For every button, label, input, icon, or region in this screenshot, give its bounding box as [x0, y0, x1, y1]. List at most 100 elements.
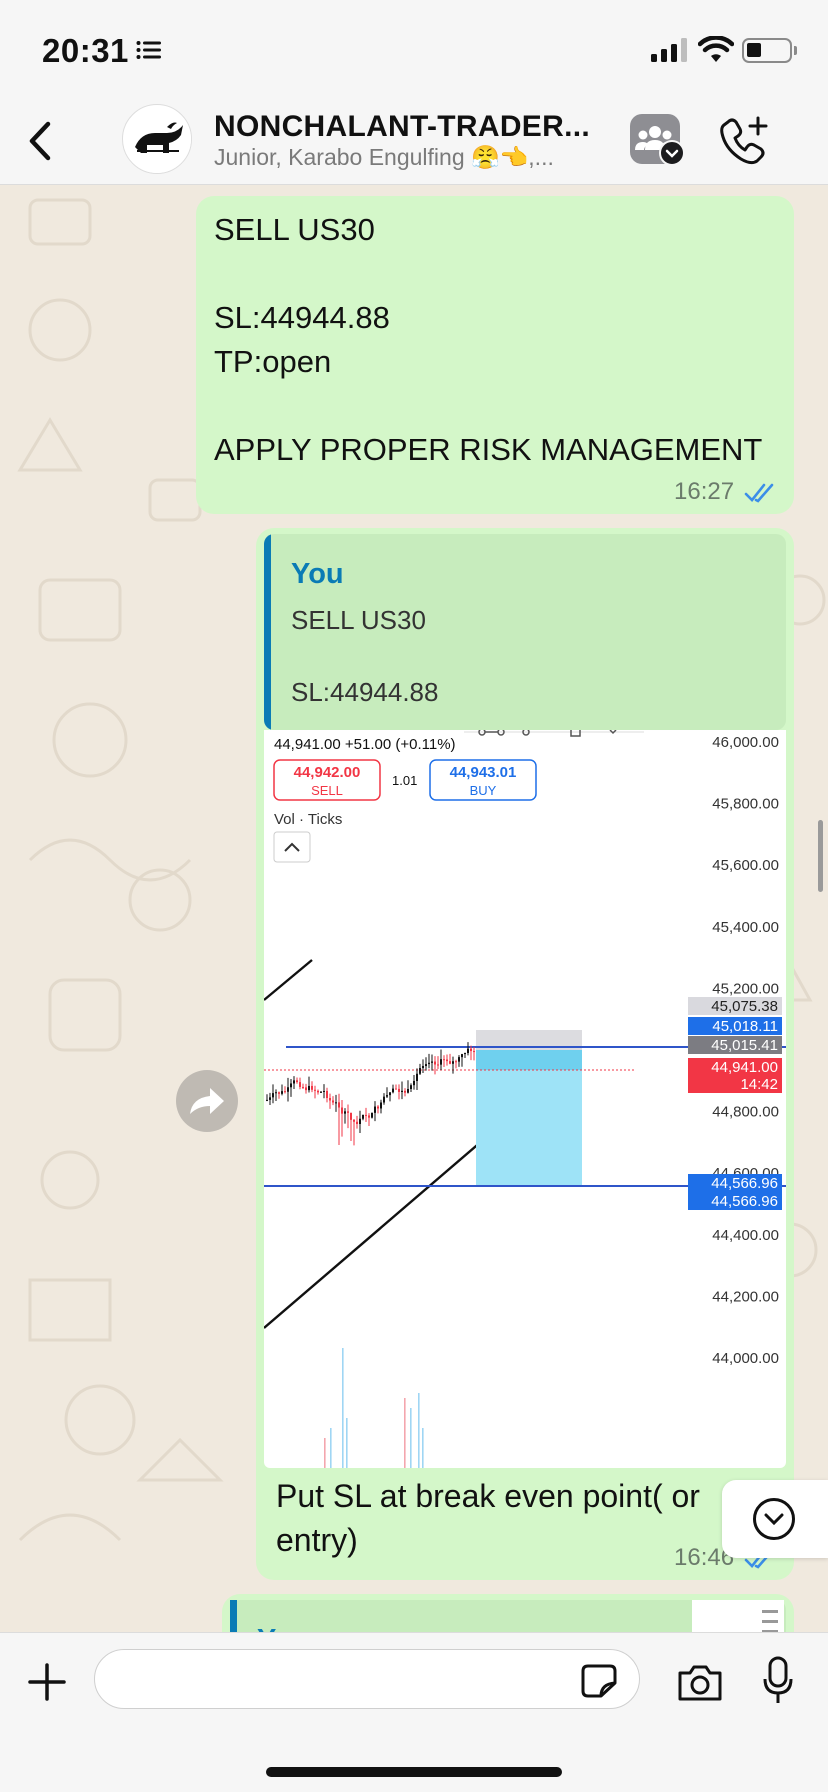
- candle-body: [338, 1102, 340, 1108]
- candle-body: [383, 1096, 385, 1103]
- buy-label: BUY: [470, 783, 497, 798]
- scroll-to-bottom-button[interactable]: [722, 1480, 828, 1558]
- candlesticks: [266, 1042, 475, 1146]
- candle-body: [317, 1090, 319, 1093]
- candle-body: [389, 1092, 391, 1096]
- candle-body: [284, 1091, 286, 1093]
- candle-body: [422, 1066, 424, 1069]
- quote-bar: [264, 534, 271, 730]
- forward-button[interactable]: [176, 1070, 238, 1132]
- back-chevron-icon[interactable]: [22, 116, 58, 166]
- entry-band: [476, 1050, 582, 1070]
- price-tick-label: 44,800.00: [712, 1104, 779, 1121]
- svg-text:45,018.11: 45,018.11: [712, 1018, 778, 1035]
- candle-body: [305, 1087, 307, 1091]
- status-time: 20:31: [42, 32, 129, 69]
- svg-text:45,075.38: 45,075.38: [711, 998, 778, 1015]
- microphone-icon[interactable]: [762, 1655, 794, 1707]
- svg-text:44,941.00: 44,941.00: [711, 1059, 778, 1076]
- price-tick-label: 44,000.00: [712, 1350, 779, 1367]
- candle-body: [467, 1048, 469, 1054]
- candle-body: [461, 1054, 463, 1058]
- candle-body: [407, 1088, 409, 1093]
- chart-screenshot[interactable]: 44,941.00 +51.00 (+0.11%) 44,942.00 SELL…: [264, 730, 786, 1468]
- candle-body: [416, 1073, 418, 1081]
- candle-body: [365, 1114, 367, 1116]
- message-input[interactable]: [94, 1649, 640, 1709]
- price-label: 45,018.11: [688, 1017, 782, 1035]
- candle-body: [341, 1107, 343, 1114]
- candle-body: [332, 1100, 334, 1103]
- spread-value: 1.01: [392, 773, 417, 788]
- candle-body: [443, 1059, 445, 1061]
- candle-body: [458, 1057, 460, 1062]
- candle-body: [302, 1086, 304, 1088]
- message-bubble[interactable]: You SELL US30 SL:44944.88 44,941.00 +51.…: [256, 528, 794, 1580]
- volume-bars: [324, 1348, 424, 1468]
- candle-body: [356, 1121, 358, 1124]
- scrollbar[interactable]: [818, 820, 823, 892]
- candle-body: [290, 1083, 292, 1088]
- candle-body: [311, 1085, 313, 1090]
- quoted-message[interactable]: You SELL US30 SL:44944.88: [264, 534, 786, 730]
- collapse-button[interactable]: [273, 831, 311, 863]
- candle-body: [353, 1119, 355, 1122]
- sticker-icon[interactable]: [580, 1663, 618, 1699]
- plus-icon[interactable]: [26, 1661, 68, 1703]
- price-label: 45,015.41: [688, 1036, 782, 1054]
- price-label: 44,941.00: [688, 1058, 782, 1076]
- price-tick-label: 45,600.00: [712, 857, 779, 874]
- candle-body: [449, 1061, 451, 1064]
- price-label: 44,566.96: [688, 1174, 782, 1192]
- quote-text: SELL US30 SL:44944.88: [291, 605, 439, 707]
- candle-body: [278, 1092, 280, 1094]
- candle-body: [398, 1088, 400, 1092]
- message-bubble[interactable]: SELL US30 SL:44944.88 TP:open APPLY PROP…: [196, 196, 794, 514]
- volume-bar: [324, 1438, 326, 1468]
- candle-body: [287, 1087, 289, 1092]
- candle-body: [323, 1090, 325, 1092]
- camera-icon[interactable]: [676, 1663, 724, 1703]
- candle-body: [470, 1048, 472, 1052]
- home-indicator: [266, 1767, 562, 1777]
- candle-body: [344, 1111, 346, 1114]
- candle-body: [359, 1118, 361, 1124]
- candle-body: [413, 1080, 415, 1086]
- volume-bar: [342, 1348, 344, 1468]
- candle-body: [269, 1097, 271, 1100]
- candle-body: [296, 1080, 298, 1083]
- candle-body: [374, 1106, 376, 1113]
- candle-body: [350, 1112, 352, 1120]
- price-label: 44,566.96: [688, 1192, 782, 1210]
- add-call-icon[interactable]: [718, 114, 770, 166]
- group-avatar[interactable]: [122, 104, 192, 174]
- candle-body: [440, 1059, 442, 1065]
- price-label: 14:42: [688, 1075, 782, 1093]
- candle-body: [410, 1085, 412, 1089]
- candle-body: [281, 1091, 283, 1094]
- svg-text:45,015.41: 45,015.41: [711, 1037, 778, 1054]
- sell-price: 44,942.00: [294, 764, 361, 781]
- trading-chart-image: 44,941.00 +51.00 (+0.11%) 44,942.00 SELL…: [264, 730, 786, 1468]
- volume-bar: [346, 1418, 348, 1468]
- signal-icon: [651, 38, 687, 62]
- candle-body: [401, 1090, 403, 1092]
- message-time: 16:27: [674, 478, 735, 505]
- double-check-icon: [744, 483, 774, 503]
- candle-body: [272, 1093, 274, 1098]
- svg-text:44,566.96: 44,566.96: [711, 1175, 778, 1192]
- volume-bar: [410, 1408, 412, 1468]
- chevron-down-icon: [753, 1498, 795, 1540]
- chart-header-text: 44,941.00 +51.00 (+0.11%): [274, 736, 456, 753]
- candle-body: [464, 1053, 466, 1055]
- candle-body: [380, 1102, 382, 1109]
- candle-body: [473, 1051, 475, 1053]
- volume-bar: [404, 1398, 406, 1468]
- group-title[interactable]: NONCHALANT-TRADER...: [214, 110, 590, 144]
- group-members[interactable]: Junior, Karabo Engulfing 😤👈,...: [214, 144, 554, 171]
- wifi-icon: [698, 36, 734, 62]
- candle-body: [335, 1102, 337, 1104]
- forward-icon: [190, 1088, 224, 1114]
- svg-text:44,566.96: 44,566.96: [711, 1193, 778, 1210]
- candle-body: [329, 1098, 331, 1101]
